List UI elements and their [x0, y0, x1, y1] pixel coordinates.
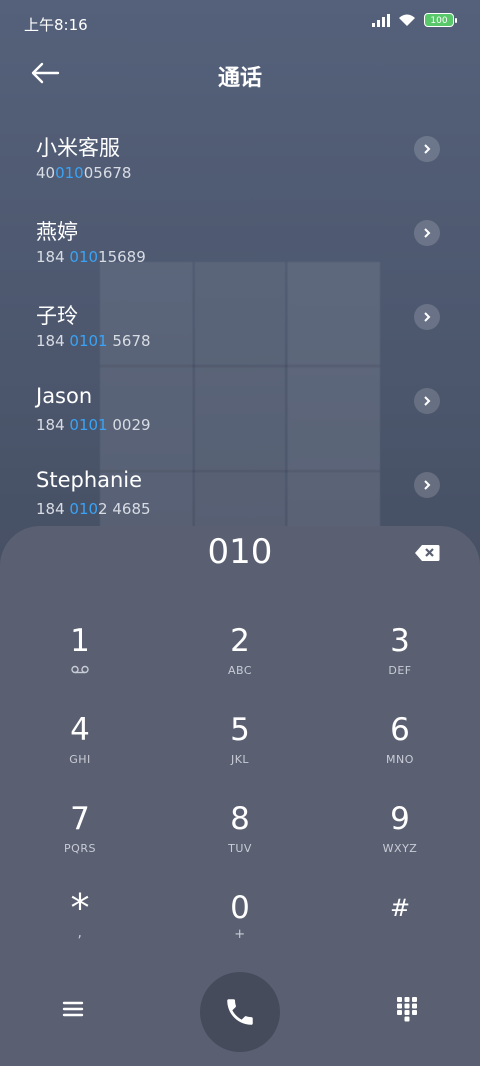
key-6[interactable]: 6 MNO [330, 713, 470, 793]
dial-input[interactable]: 010 [0, 532, 480, 572]
contact-item[interactable]: Jason 184 0101 0029 [0, 372, 480, 456]
contact-number: 4001005678 [36, 164, 132, 182]
chevron-right-icon[interactable] [414, 136, 440, 162]
dialpad-icon[interactable] [396, 996, 418, 1022]
key-4[interactable]: 4 GHI [10, 713, 150, 793]
contact-name: 小米客服 [36, 136, 120, 160]
backspace-icon[interactable] [414, 544, 440, 562]
contact-number: 184 0101 0029 [36, 416, 151, 434]
dialer-actions [0, 972, 480, 1052]
key-9[interactable]: 9 WXYZ [330, 802, 470, 882]
contact-number: 184 01015689 [36, 248, 146, 266]
status-bar: 上午8:16 100 [0, 0, 480, 46]
chevron-right-icon[interactable] [414, 388, 440, 414]
phone-icon [227, 999, 253, 1025]
contact-name: 子玲 [36, 304, 78, 328]
contact-item[interactable]: 小米客服 4001005678 [0, 120, 480, 204]
chevron-right-icon[interactable] [414, 472, 440, 498]
menu-icon[interactable] [60, 998, 86, 1020]
page-title: 通话 [217, 66, 262, 91]
key-2[interactable]: 2 ABC [170, 624, 310, 704]
key-3[interactable]: 3 DEF [330, 624, 470, 704]
wifi-icon [399, 14, 415, 26]
chevron-right-icon[interactable] [414, 304, 440, 330]
contact-name: Jason [36, 384, 93, 408]
key-5[interactable]: 5 JKL [170, 713, 310, 793]
key-8[interactable]: 8 TUV [170, 802, 310, 882]
contact-item[interactable]: 子玲 184 0101 5678 [0, 288, 480, 372]
header: 通话 [0, 52, 480, 96]
contact-number: 184 0101 5678 [36, 332, 151, 350]
contact-number: 184 0102 4685 [36, 500, 151, 518]
key-1[interactable]: 1 [10, 624, 150, 704]
contact-name: Stephanie [36, 468, 143, 492]
key-star[interactable]: * , [10, 889, 150, 971]
battery-level: 100 [430, 16, 448, 26]
call-button[interactable] [200, 972, 280, 1052]
key-0[interactable]: 0 + [170, 891, 310, 971]
signal-icon [372, 13, 390, 27]
key-hash[interactable]: # [330, 891, 470, 971]
contact-name: 燕婷 [36, 220, 78, 244]
battery-icon: 100 [424, 13, 457, 27]
status-time: 上午8:16 [24, 16, 88, 34]
voicemail-icon [10, 664, 150, 677]
key-7[interactable]: 7 PQRS [10, 802, 150, 882]
dial-panel: 010 1 2 ABC 3 DEF 4 GHI 5 JKL 6 MNO 7 PQ… [0, 526, 480, 1066]
chevron-right-icon[interactable] [414, 220, 440, 246]
contact-item[interactable]: 燕婷 184 01015689 [0, 204, 480, 288]
